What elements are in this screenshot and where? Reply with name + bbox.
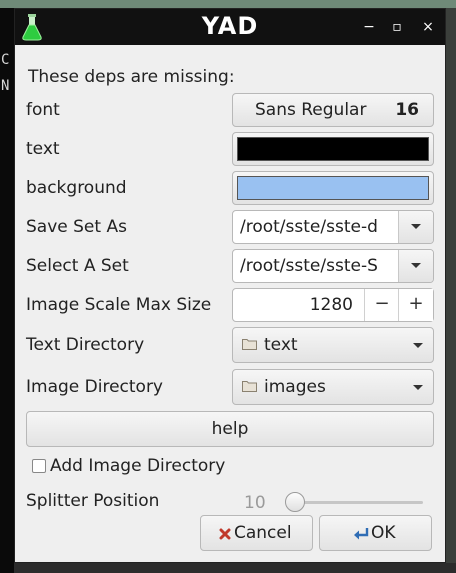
chevron-down-icon xyxy=(413,343,423,348)
select-set-dropdown-button[interactable] xyxy=(398,250,433,282)
add-image-directory-label[interactable]: Add Image Directory xyxy=(50,456,225,476)
text-directory-label: Text Directory xyxy=(26,335,145,355)
maximize-button[interactable]: ▫ xyxy=(386,17,408,39)
splitter-position-label: Splitter Position xyxy=(26,491,160,511)
font-button[interactable]: Sans Regular 16 xyxy=(232,93,434,127)
folder-icon xyxy=(242,381,257,392)
font-size-text: 16 xyxy=(395,100,419,120)
image-scale-label: Image Scale Max Size xyxy=(26,295,212,315)
desktop-background xyxy=(14,563,456,573)
image-directory-value: images xyxy=(264,377,326,397)
save-set-entry[interactable]: /root/sste/sste-d xyxy=(240,217,398,237)
font-family-text: Sans Regular xyxy=(255,100,367,120)
close-button[interactable]: × xyxy=(417,17,439,39)
text-color-swatch xyxy=(237,137,429,161)
save-set-dropdown-button[interactable] xyxy=(398,211,433,243)
select-set-entry[interactable]: /root/sste/sste-S xyxy=(240,256,398,276)
chevron-down-icon xyxy=(411,224,421,229)
background-color-button[interactable] xyxy=(232,171,434,205)
splitter-slider-handle[interactable] xyxy=(285,492,305,512)
save-set-combo[interactable]: /root/sste/sste-d xyxy=(232,210,434,244)
ok-button[interactable]: OK xyxy=(319,515,432,551)
terminal-char: C xyxy=(1,52,10,68)
desktop-background xyxy=(0,0,456,8)
image-scale-value[interactable]: 1280 xyxy=(310,295,353,315)
help-button-label: help xyxy=(211,419,249,439)
image-directory-label: Image Directory xyxy=(26,377,163,397)
select-set-combo[interactable]: /root/sste/sste-S xyxy=(232,249,434,283)
image-directory-chooser[interactable]: images xyxy=(232,369,434,405)
text-directory-chooser[interactable]: text xyxy=(232,327,434,363)
decrement-button[interactable]: − xyxy=(364,289,399,321)
select-set-label: Select A Set xyxy=(26,256,129,276)
ok-button-label: OK xyxy=(371,523,396,543)
terminal-char: N xyxy=(1,78,10,94)
save-set-label: Save Set As xyxy=(26,217,127,237)
chevron-down-icon xyxy=(413,385,423,390)
folder-icon xyxy=(242,339,257,350)
yad-dialog-window: YAD − ▫ × These deps are missing: font S… xyxy=(14,8,446,563)
splitter-slider-track[interactable] xyxy=(287,501,423,504)
chevron-down-icon xyxy=(411,263,421,268)
text-color-label: text xyxy=(26,139,60,159)
background-color-swatch xyxy=(237,176,429,200)
background-color-label: background xyxy=(26,178,127,198)
ok-arrow-icon xyxy=(354,528,369,540)
increment-button[interactable]: + xyxy=(398,289,433,321)
text-color-button[interactable] xyxy=(232,132,434,166)
text-directory-value: text xyxy=(264,335,298,355)
cancel-icon xyxy=(219,528,231,540)
cancel-button-label: Cancel xyxy=(234,523,292,543)
terminal-window-edge: C N xyxy=(0,8,14,573)
help-button[interactable]: help xyxy=(26,411,434,447)
title-bar[interactable]: YAD − ▫ × xyxy=(15,9,445,45)
image-scale-spinbutton[interactable]: 1280 − + xyxy=(232,288,434,322)
header-text: These deps are missing: xyxy=(28,67,235,87)
font-label: font xyxy=(26,100,60,120)
window-title: YAD xyxy=(201,12,259,40)
cancel-button[interactable]: Cancel xyxy=(200,515,313,551)
add-image-directory-checkbox[interactable] xyxy=(32,459,46,473)
splitter-position-value: 10 xyxy=(244,493,266,513)
minimize-button[interactable]: − xyxy=(358,17,380,39)
